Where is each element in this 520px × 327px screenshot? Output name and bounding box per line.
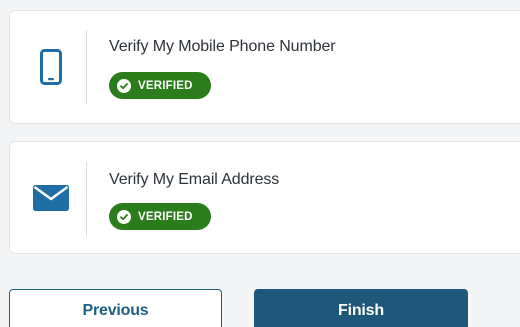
badge-label: VERIFIED — [138, 79, 193, 92]
verification-page: Verify My Mobile Phone Number VERIFIED V… — [0, 0, 520, 327]
email-verified-badge: VERIFIED — [109, 203, 211, 230]
card-divider — [86, 30, 87, 104]
badge-label: VERIFIED — [138, 210, 193, 223]
email-verification-title: Verify My Email Address — [109, 171, 280, 188]
phone-verification-title: Verify My Mobile Phone Number — [109, 38, 336, 55]
mobile-phone-icon — [30, 46, 72, 88]
envelope-icon — [30, 177, 72, 219]
email-verification-card[interactable]: Verify My Email Address VERIFIED — [9, 141, 520, 254]
finish-button[interactable]: Finish — [254, 289, 468, 327]
phone-verification-card[interactable]: Verify My Mobile Phone Number VERIFIED — [9, 10, 520, 124]
phone-verified-badge: VERIFIED — [109, 72, 211, 99]
check-circle-icon — [117, 209, 131, 224]
previous-button[interactable]: Previous — [9, 289, 222, 327]
card-divider — [86, 162, 87, 236]
check-circle-icon — [117, 78, 131, 93]
